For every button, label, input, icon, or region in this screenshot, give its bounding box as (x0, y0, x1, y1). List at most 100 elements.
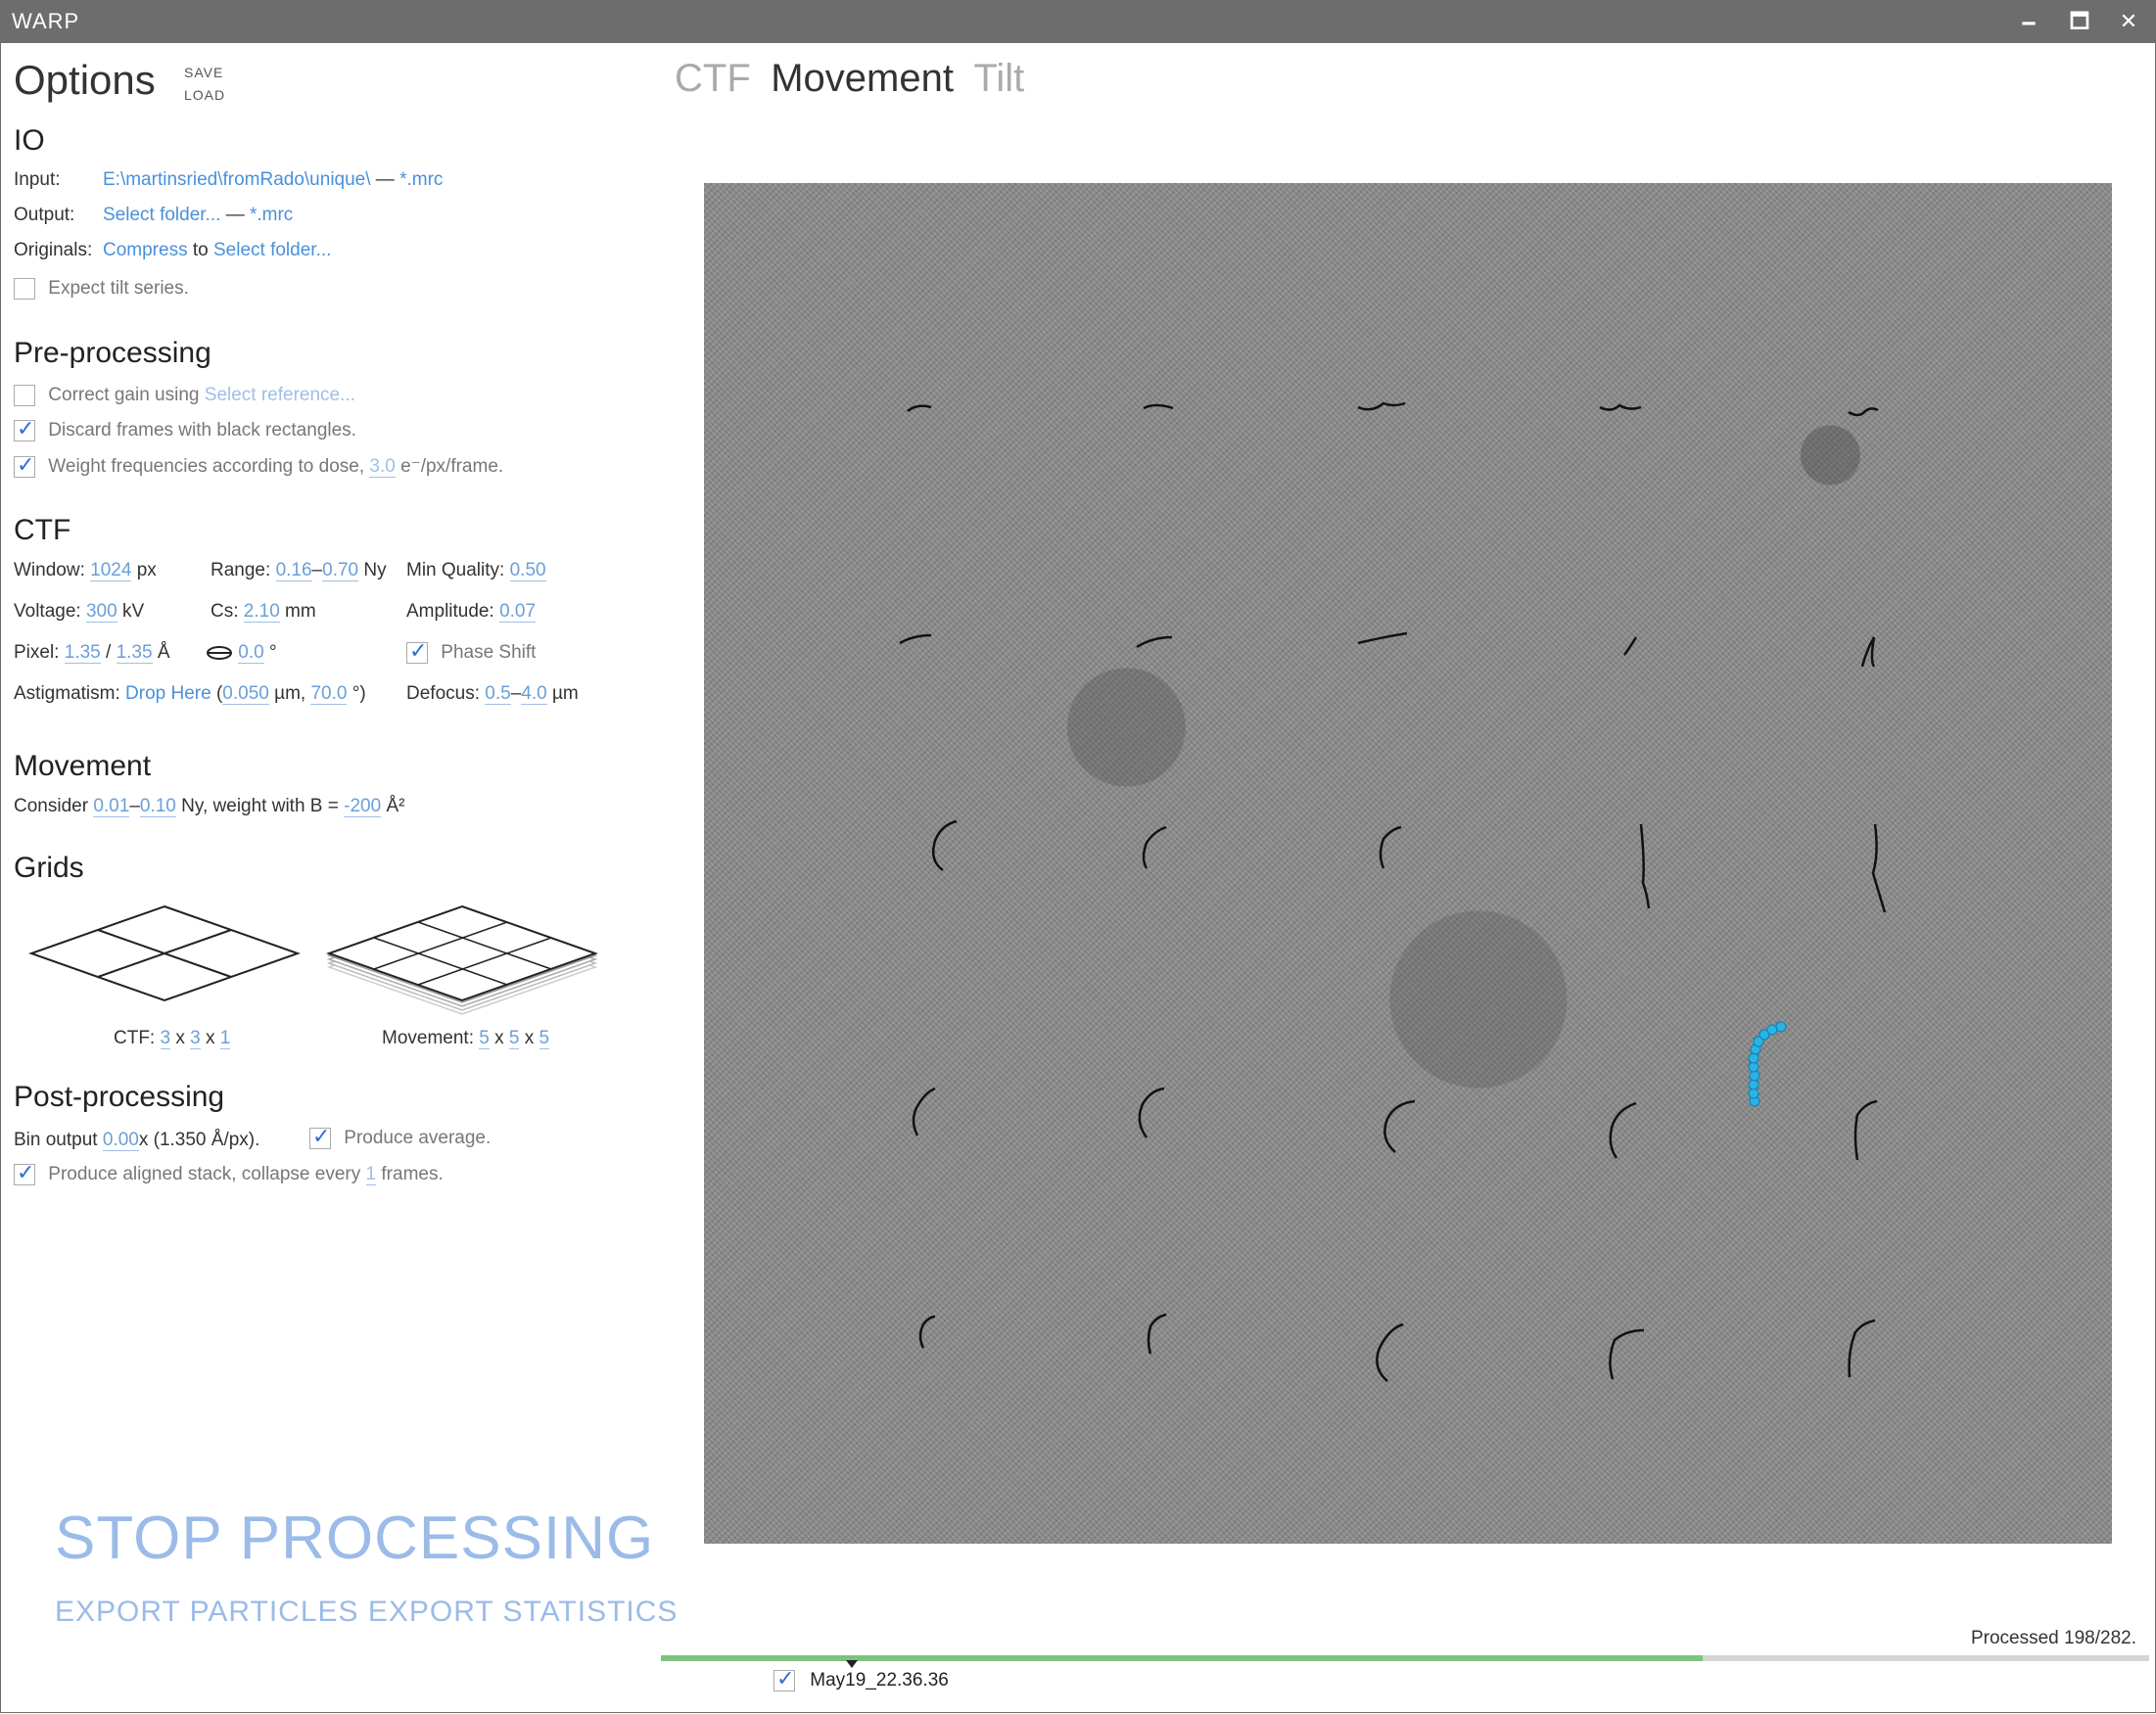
amp-label: Amplitude: (406, 601, 494, 622)
window-value[interactable]: 1024 (90, 560, 132, 581)
motion-track (932, 819, 958, 872)
bfactor-value[interactable]: -200 (344, 796, 382, 817)
window-unit: px (136, 560, 157, 580)
astig-angle[interactable]: 70.0 (310, 683, 348, 705)
ctf-grid-y[interactable]: 3 (190, 1028, 201, 1049)
minq-value[interactable]: 0.50 (509, 560, 546, 581)
pixel-unit: Å (157, 642, 170, 663)
movement-grid-times-1: x (494, 1028, 504, 1048)
input-path-link[interactable]: E:\martinsried\fromRado\unique\ (103, 169, 371, 190)
export-particles-button[interactable]: EXPORT PARTICLES (55, 1596, 359, 1628)
originals-folder-link[interactable]: Select folder... (213, 240, 331, 260)
pixel-y-value[interactable]: 1.35 (116, 642, 153, 664)
ctf-grid-z[interactable]: 1 (219, 1028, 231, 1049)
defocus-unit: µm (551, 683, 579, 704)
view-tabs: CTF Movement Tilt (675, 57, 1040, 101)
gain-checkbox[interactable] (14, 385, 35, 406)
current-item-row: May19_22.36.36 (773, 1667, 949, 1691)
tab-ctf[interactable]: CTF (675, 57, 751, 100)
astig-drop-link[interactable]: Drop Here (125, 683, 211, 704)
ctf-window-row: Window: 1024 px (14, 560, 157, 581)
angle-value[interactable]: 0.0 (238, 642, 264, 664)
dose-value[interactable]: 3.0 (369, 456, 396, 478)
movement-grid-y[interactable]: 5 (508, 1028, 520, 1049)
save-button[interactable]: SAVE (184, 65, 223, 80)
expect-tilt-row: Expect tilt series. (14, 278, 189, 300)
tab-movement[interactable]: Movement (771, 57, 954, 100)
input-ext-link[interactable]: *.mrc (399, 169, 443, 190)
dose-unit: e⁻/px/frame. (400, 456, 504, 477)
ctf-grid-diagram (27, 904, 302, 1002)
originals-value-row: Compress to Select folder... (103, 240, 331, 261)
motion-track (1609, 1328, 1645, 1380)
aligned-value[interactable]: 1 (365, 1164, 377, 1186)
processing-progress-bar[interactable] (661, 1655, 2149, 1661)
ellipse-angle-icon (207, 645, 232, 660)
output-ext-link[interactable]: *.mrc (250, 205, 293, 225)
voltage-value[interactable]: 300 (85, 601, 117, 623)
movement-grid-x[interactable]: 5 (479, 1028, 490, 1049)
stop-processing-button[interactable]: STOP PROCESSING (55, 1504, 654, 1573)
window-title: WARP (12, 9, 80, 33)
load-button[interactable]: LOAD (184, 87, 225, 103)
title-bar: WARP 🗕 🗖 ✕ (0, 0, 2156, 43)
motion-track (1357, 631, 1408, 645)
motion-track (1609, 1101, 1637, 1159)
pixel-x-value[interactable]: 1.35 (64, 642, 101, 664)
bin-value[interactable]: 0.00 (102, 1130, 139, 1151)
ctf-grid-x[interactable]: 3 (160, 1028, 171, 1049)
input-value-row: E:\martinsried\fromRado\unique\ — *.mrc (103, 169, 443, 191)
average-row: Produce average. (309, 1125, 491, 1149)
selected-motion-track (1748, 1021, 1787, 1107)
gain-reference-link[interactable]: Select reference... (205, 385, 355, 405)
micrograph-view[interactable] (704, 183, 2112, 1544)
aligned-checkbox[interactable] (14, 1161, 35, 1185)
tab-tilt[interactable]: Tilt (973, 57, 1024, 100)
motion-track (1379, 825, 1402, 869)
motion-track (1853, 1099, 1878, 1161)
output-folder-link[interactable]: Select folder... (103, 205, 220, 225)
movement-mid: Ny, weight with B = (181, 796, 339, 816)
maximize-button[interactable]: 🗖 (2060, 6, 2099, 37)
defocus-min[interactable]: 0.5 (485, 683, 511, 705)
discard-checkbox[interactable] (14, 417, 35, 441)
amp-value[interactable]: 0.07 (499, 601, 537, 623)
movement-grid-z[interactable]: 5 (539, 1028, 550, 1049)
current-item-name: May19_22.36.36 (810, 1670, 949, 1691)
motion-track (1599, 403, 1642, 411)
ctf-minq-row: Min Quality: 0.50 (406, 560, 546, 581)
gain-label: Correct gain using (48, 385, 200, 406)
current-item-checkbox[interactable] (773, 1667, 795, 1691)
movement-row: Consider 0.01–0.10 Ny, weight with B = -… (14, 796, 404, 817)
defocus-dash: – (510, 683, 522, 704)
astig-value[interactable]: 0.050 (222, 683, 269, 705)
angle-unit: ° (268, 642, 277, 663)
ctf-grid-label: CTF: 3 x 3 x 1 (114, 1028, 231, 1049)
movement-min[interactable]: 0.01 (93, 796, 130, 817)
cs-value[interactable]: 2.10 (243, 601, 280, 623)
export-statistics-button[interactable]: EXPORT STATISTICS (368, 1596, 679, 1628)
motion-track (1376, 1322, 1404, 1382)
bin-row: Bin output 0.00x (1.350 Å/px). (14, 1130, 259, 1151)
motion-track (1848, 407, 1879, 417)
expect-tilt-checkbox[interactable] (14, 278, 35, 300)
window-label: Window: (14, 560, 85, 580)
voltage-unit: kV (121, 601, 145, 622)
phase-shift-checkbox[interactable] (406, 639, 428, 664)
aligned-row: Produce aligned stack, collapse every 1 … (14, 1161, 444, 1186)
range-min[interactable]: 0.16 (275, 560, 312, 581)
weight-checkbox[interactable] (14, 453, 35, 478)
movement-dash: – (129, 796, 140, 816)
compress-link[interactable]: Compress (103, 240, 188, 260)
close-button[interactable]: ✕ (2109, 6, 2148, 37)
average-checkbox[interactable] (309, 1125, 331, 1149)
range-max[interactable]: 0.70 (322, 560, 359, 581)
defocus-max[interactable]: 4.0 (521, 683, 547, 705)
aligned-suffix: frames. (381, 1164, 444, 1185)
ctf-grid-times-1: x (175, 1028, 185, 1048)
movement-max[interactable]: 0.10 (139, 796, 176, 817)
range-dash: – (311, 560, 323, 580)
motion-track (1860, 636, 1876, 668)
motion-track (899, 633, 932, 645)
minimize-button[interactable]: 🗕 (2009, 6, 2048, 37)
